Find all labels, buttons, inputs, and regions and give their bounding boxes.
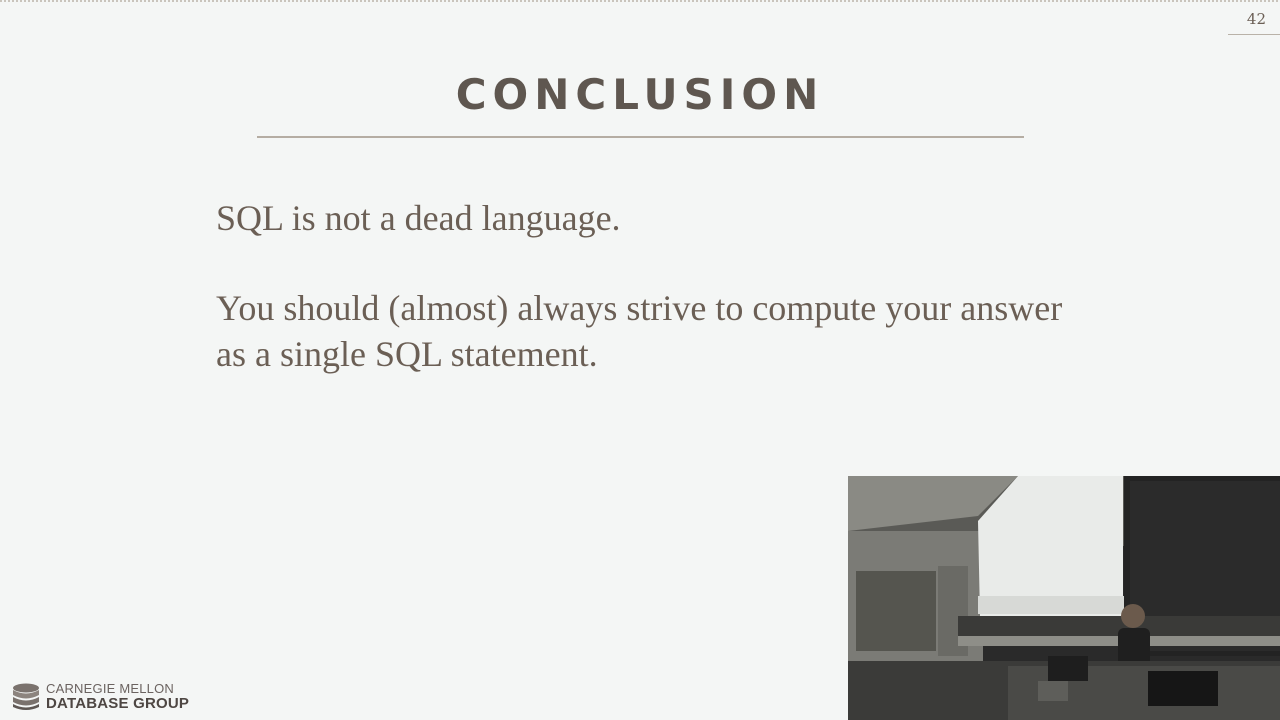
page-number: 42: [1246, 10, 1266, 28]
logo-line-2: DATABASE GROUP: [46, 695, 190, 712]
bullet-text: You should (almost) always strive to com…: [216, 288, 1063, 374]
bullet-text: SQL is not a dead language.: [216, 198, 621, 238]
title-divider: [257, 136, 1024, 138]
slide-title: CONCLUSION: [455, 70, 825, 119]
cmu-db-logo: CARNEGIE MELLON DATABASE GROUP: [10, 680, 210, 714]
top-dotted-rule: [0, 0, 1280, 2]
logo-line-1: CARNEGIE MELLON: [46, 681, 174, 696]
database-logo-icon: [13, 683, 39, 710]
lecture-video-overlay: [848, 476, 1280, 720]
page-number-rule: [1228, 34, 1280, 35]
lecture-room-image: [848, 476, 1280, 720]
